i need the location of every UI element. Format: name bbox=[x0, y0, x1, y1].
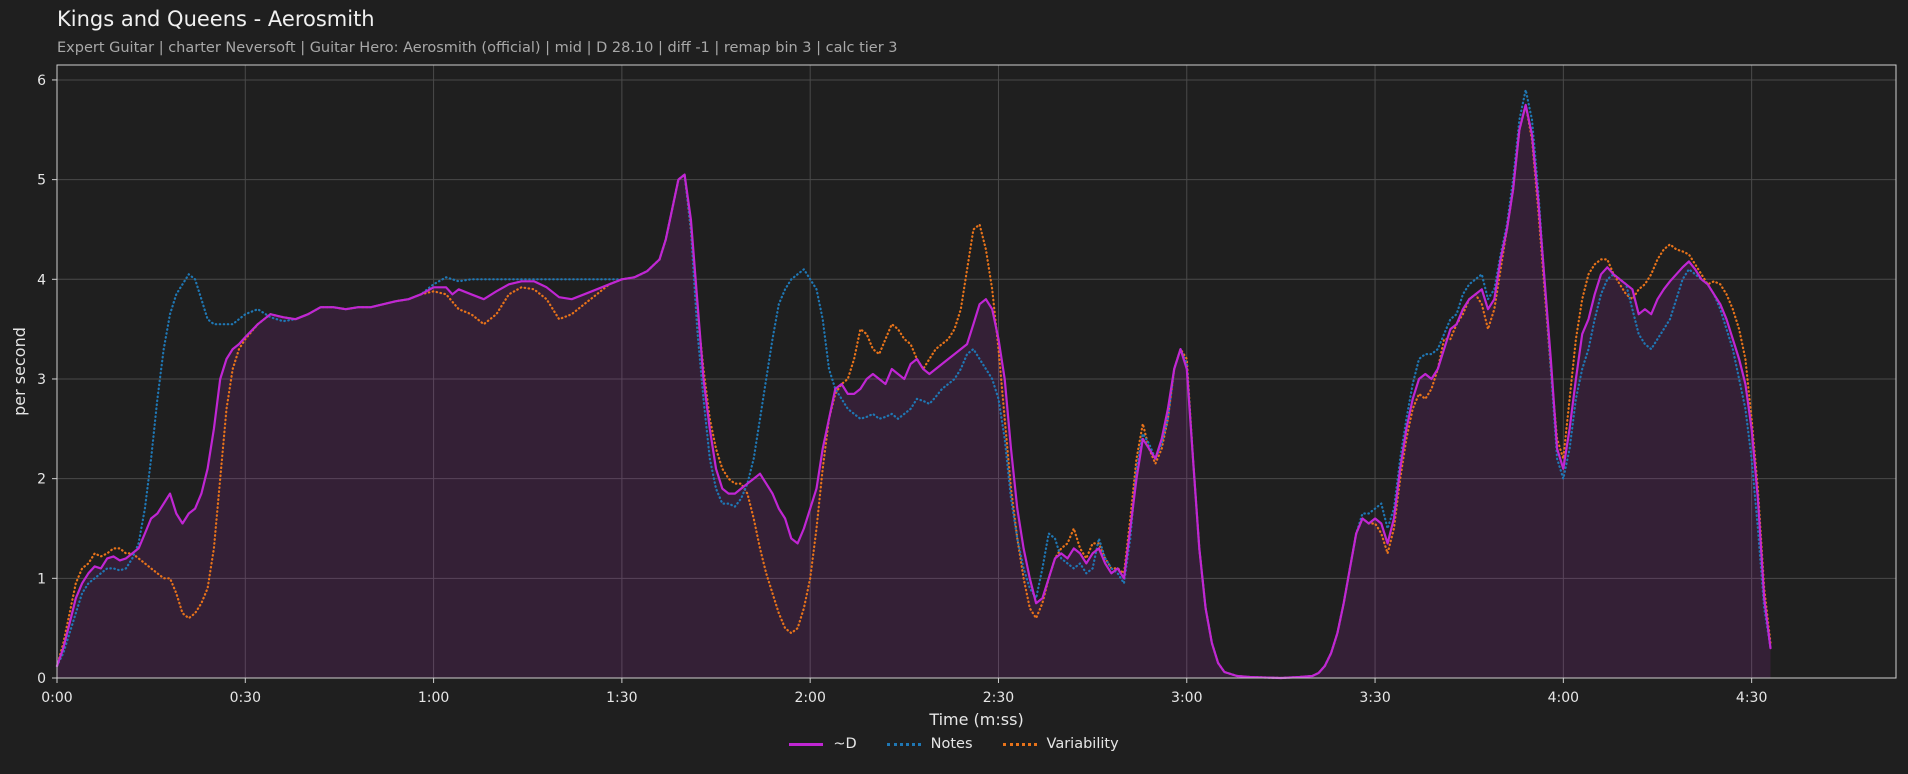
x-tick-label: 2:00 bbox=[794, 690, 825, 706]
legend-item-notes: Notes bbox=[886, 736, 973, 752]
y-tick-label: 2 bbox=[37, 472, 46, 488]
x-tick-label: 4:30 bbox=[1736, 690, 1767, 706]
x-tick-label: 2:30 bbox=[983, 690, 1014, 706]
legend-swatch-variability bbox=[1002, 742, 1037, 746]
x-tick-label: 3:30 bbox=[1359, 690, 1390, 706]
legend-swatch-d bbox=[789, 742, 824, 746]
y-axis-label: per second bbox=[10, 327, 29, 416]
x-tick-label: 1:00 bbox=[418, 690, 449, 706]
x-tick-label: 0:00 bbox=[41, 690, 72, 706]
chart-legend: ~D Notes Variability bbox=[0, 736, 1908, 752]
legend-label-d: ~D bbox=[833, 736, 857, 752]
legend-item-variability: Variability bbox=[1002, 736, 1119, 752]
y-tick-label: 3 bbox=[37, 372, 46, 388]
y-tick-label: 6 bbox=[37, 73, 46, 89]
x-tick-label: 0:30 bbox=[230, 690, 261, 706]
y-tick-label: 0 bbox=[37, 671, 46, 687]
x-tick-label: 1:30 bbox=[606, 690, 637, 706]
legend-item-d: ~D bbox=[789, 736, 857, 752]
y-tick-label: 5 bbox=[37, 173, 46, 189]
x-tick-label: 4:00 bbox=[1548, 690, 1579, 706]
y-tick-label: 1 bbox=[37, 571, 46, 587]
legend-swatch-notes bbox=[886, 742, 921, 746]
legend-label-notes: Notes bbox=[930, 736, 973, 752]
x-tick-label: 3:00 bbox=[1171, 690, 1202, 706]
line-chart: 0:00 0:30 1:00 1:30 2:00 2:30 3:00 3:30 4:00 4:30… bbox=[10, 64, 1897, 729]
legend-label-variability: Variability bbox=[1046, 736, 1119, 752]
y-tick-label: 4 bbox=[37, 272, 46, 288]
x-axis-label: Time (m:ss) bbox=[928, 710, 1023, 729]
